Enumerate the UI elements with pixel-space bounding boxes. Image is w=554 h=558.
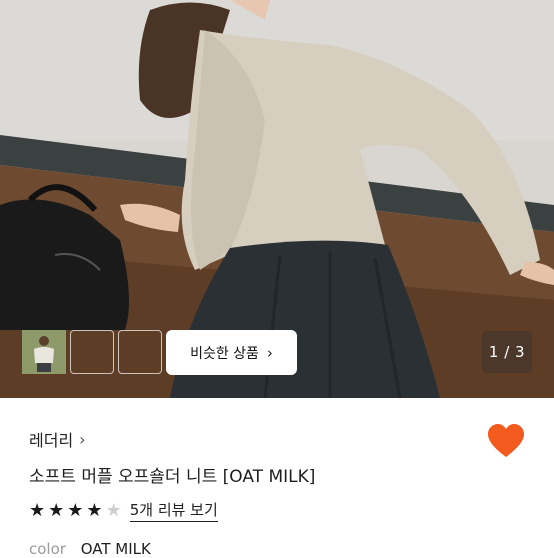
color-option-row: color OAT MILK: [29, 540, 151, 558]
product-photo-carousel[interactable]: 비슷한 상품 › 1 / 3: [0, 0, 554, 398]
star-filled-icon: ★: [48, 499, 65, 521]
page-indicator: 1 / 3: [482, 331, 532, 373]
star-filled-icon: ★: [67, 499, 84, 521]
star-empty-icon: ★: [105, 499, 122, 521]
thumbnail-white-top[interactable]: [22, 330, 114, 374]
rating-row: ★ ★ ★ ★ ★ 5개 리뷰 보기: [29, 499, 218, 522]
chevron-right-icon: ›: [79, 429, 86, 449]
star-filled-icon: ★: [86, 499, 103, 521]
chevron-right-icon: ›: [266, 343, 273, 362]
star-rating: ★ ★ ★ ★ ★: [29, 499, 122, 521]
thumbnail-strip: [22, 330, 162, 374]
color-value: OAT MILK: [80, 540, 151, 558]
star-filled-icon: ★: [29, 499, 46, 521]
similar-products-label: 비슷한 상품: [190, 345, 259, 362]
color-label: color: [29, 540, 66, 558]
page-indicator-text: 1 / 3: [488, 343, 526, 361]
shop-name: 레더리: [29, 431, 74, 450]
view-reviews-link[interactable]: 5개 리뷰 보기: [129, 499, 218, 522]
thumbnail-green-top[interactable]: [22, 330, 162, 374]
shop-link[interactable]: 레더리 ›: [29, 427, 86, 451]
product-title: 소프트 머플 오프숄더 니트 [OAT MILK]: [29, 467, 316, 487]
like-heart-icon[interactable]: [486, 422, 526, 462]
similar-products-button[interactable]: 비슷한 상품 ›: [166, 330, 297, 375]
